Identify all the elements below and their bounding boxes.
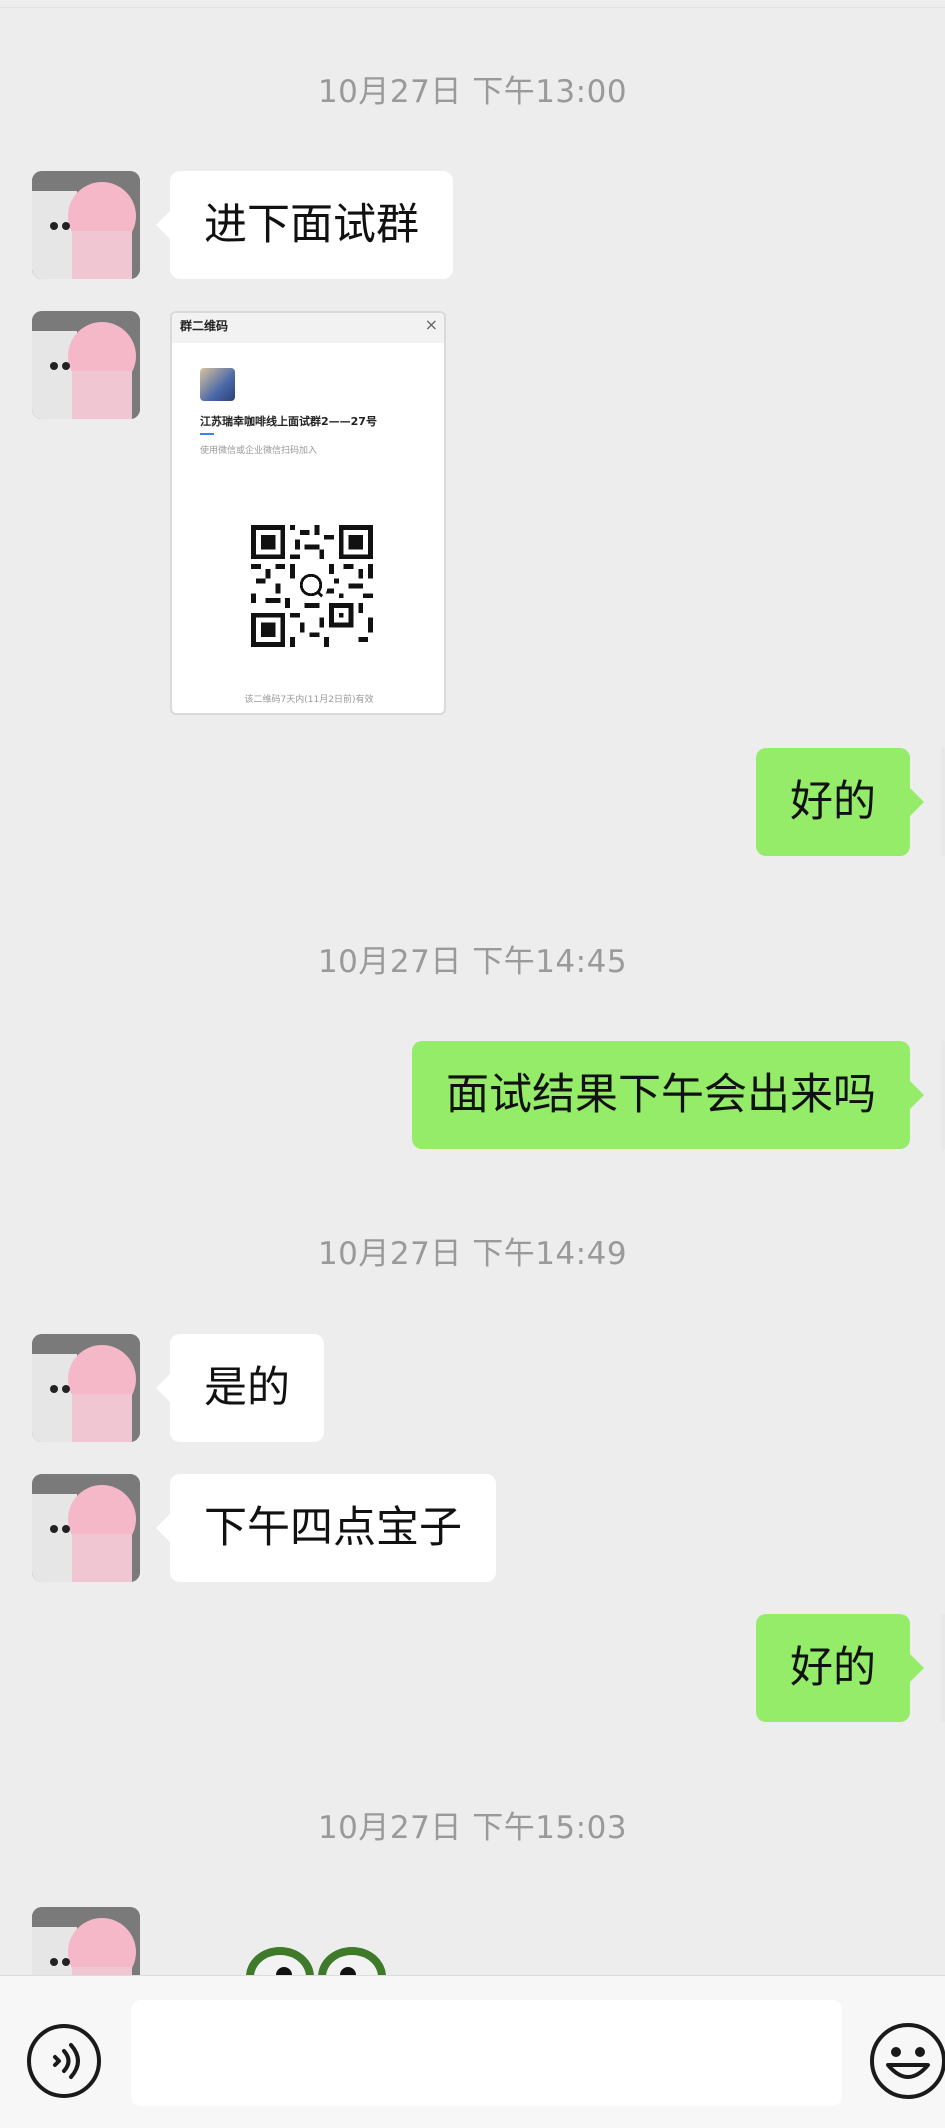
message-bubble-outgoing[interactable]: 好的: [756, 748, 924, 856]
frog-sticker-icon[interactable]: [240, 1935, 400, 1975]
contact-avatar[interactable]: [32, 311, 140, 419]
close-icon: ×: [424, 315, 438, 334]
chat-history[interactable]: 10月27日 下午13:00 进下面试群 群二维码 × 江苏瑞幸咖啡线上面试群2…: [0, 0, 945, 1975]
message-bubble-incoming[interactable]: 是的: [156, 1334, 324, 1442]
group-name: 江苏瑞幸咖啡线上面试群2——27号: [200, 415, 377, 428]
message-bubble-incoming[interactable]: 下午四点宝子: [156, 1474, 496, 1582]
timestamp: 10月27日 下午14:49: [317, 1236, 628, 1272]
contact-avatar[interactable]: [32, 171, 140, 279]
avatar-image: [32, 171, 140, 279]
qr-code-icon: [251, 525, 373, 647]
input-bar: [0, 1975, 945, 2128]
message-bubble-incoming[interactable]: 进下面试群: [156, 171, 453, 279]
contact-avatar[interactable]: [32, 1474, 140, 1582]
voice-wave-glyph: [53, 2043, 80, 2079]
self-avatar[interactable]: [941, 1041, 945, 1149]
voice-icon[interactable]: [27, 2024, 101, 2098]
message-bubble-outgoing[interactable]: 面试结果下午会出来吗: [412, 1041, 924, 1149]
avatar-image: [32, 311, 140, 419]
message-bubble-outgoing[interactable]: 好的: [756, 1614, 924, 1722]
contact-avatar[interactable]: [32, 1334, 140, 1442]
avatar-image: [32, 1474, 140, 1582]
scan-instruction: 使用微信或企业微信扫码加入: [200, 446, 318, 456]
avatar-image: [32, 1907, 140, 1975]
timestamp: 10月27日 下午14:45: [317, 944, 628, 980]
title-underline: [200, 433, 214, 435]
self-avatar[interactable]: [941, 748, 945, 856]
timestamp: 10月27日 下午15:03: [317, 1810, 628, 1846]
contact-avatar[interactable]: [32, 1907, 140, 1975]
emoji-icon[interactable]: [870, 2023, 945, 2099]
self-avatar[interactable]: [941, 1614, 945, 1722]
qr-card-body: 江苏瑞幸咖啡线上面试群2——27号 使用微信或企业微信扫码加入 该二维码7天内(…: [184, 343, 434, 713]
group-thumbnail: [200, 368, 235, 401]
qr-validity-note: 该二维码7天内(11月2日前)有效: [244, 695, 374, 705]
smiley-glyph: [886, 2047, 930, 2079]
avatar-image: [32, 1334, 140, 1442]
message-input[interactable]: [131, 2000, 842, 2106]
timestamp: 10月27日 下午13:00: [317, 74, 628, 110]
qr-card-header-label: 群二维码: [180, 319, 229, 333]
qr-code-image-message[interactable]: 群二维码 × 江苏瑞幸咖啡线上面试群2——27号 使用微信或企业微信扫码加入 该…: [170, 311, 446, 715]
qr-card-header: 群二维码 ×: [172, 313, 444, 343]
